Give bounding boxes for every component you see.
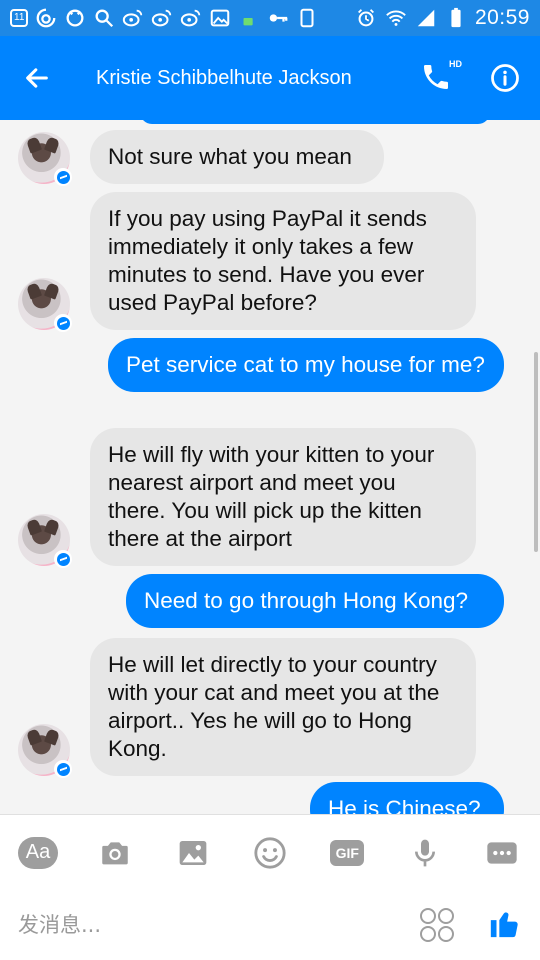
message-row-outgoing: Pet service cat to my house for me?	[108, 338, 504, 392]
weibo-icon	[151, 7, 173, 29]
gif-icon: GIF	[330, 839, 365, 866]
aa-label: Aa	[18, 836, 58, 869]
weibo-icon	[180, 7, 202, 29]
gallery-button[interactable]	[173, 833, 213, 873]
gif-button[interactable]: GIF	[327, 833, 367, 873]
contact-avatar[interactable]	[18, 132, 72, 186]
message-bubble-incoming[interactable]: If you pay using PayPal it sends immedia…	[90, 192, 476, 330]
key-icon	[267, 7, 289, 29]
phone-icon	[424, 65, 448, 89]
message-row-incoming: He will fly with your kitten to your nea…	[18, 428, 476, 568]
status-bar: 11 20:59	[0, 0, 540, 36]
message-bubble-incoming[interactable]: He will fly with your kitten to your nea…	[90, 428, 476, 566]
camera-button[interactable]	[95, 833, 135, 873]
notification-count-badge: 11	[10, 9, 29, 27]
voice-button[interactable]	[405, 833, 445, 873]
message-row-incoming: If you pay using PayPal it sends immedia…	[18, 192, 476, 332]
thumbs-up-icon	[490, 911, 518, 937]
battery-small-icon	[238, 7, 260, 29]
message-bubble-incoming[interactable]: Not sure what you mean	[90, 130, 384, 184]
alarm-icon	[355, 7, 377, 29]
contact-avatar[interactable]	[18, 724, 72, 778]
sticker-button[interactable]	[420, 908, 454, 942]
messenger-badge-icon	[54, 314, 72, 332]
message-composer	[0, 890, 540, 960]
message-bubble-incoming[interactable]: He will let directly to your country wit…	[90, 638, 476, 776]
wifi-icon	[385, 7, 407, 29]
emoji-icon	[254, 836, 286, 869]
messenger-badge-icon	[54, 760, 72, 778]
message-bubble-outgoing[interactable]: Need to go through Hong Kong?	[126, 574, 504, 628]
camera-icon	[102, 841, 129, 864]
battery-icon	[445, 7, 467, 29]
like-button[interactable]	[488, 906, 522, 945]
message-bubble-outgoing[interactable]: He is Chinese?	[310, 782, 504, 814]
hd-call-button[interactable]: HD	[420, 59, 462, 95]
more-icon	[487, 841, 517, 864]
contact-avatar[interactable]	[18, 514, 72, 568]
back-button[interactable]	[14, 55, 60, 101]
info-button[interactable]	[490, 63, 520, 93]
message-row-outgoing: He is Chinese?	[310, 782, 504, 814]
header-actions: HD	[420, 59, 520, 95]
weibo-icon	[35, 7, 57, 29]
message-row-incoming: Not sure what you mean	[18, 130, 384, 186]
phone-outline-icon	[296, 7, 318, 29]
messenger-badge-icon	[54, 168, 72, 186]
circle-icon	[64, 7, 86, 29]
messenger-badge-icon	[54, 550, 72, 568]
more-button[interactable]	[482, 833, 522, 873]
image-icon	[209, 7, 231, 29]
arrow-left-icon	[26, 68, 48, 88]
message-input[interactable]	[18, 913, 420, 937]
contact-name[interactable]: Kristie Schibbelhute Jackson	[96, 67, 420, 90]
message-list[interactable]: Not sure what you mean If you pay using …	[0, 120, 540, 814]
weibo-icon	[122, 7, 144, 29]
info-icon	[491, 64, 519, 92]
signal-icon	[415, 7, 437, 29]
conversation-header: Kristie Schibbelhute Jackson HD	[0, 36, 540, 120]
microphone-icon	[414, 839, 435, 866]
contact-avatar[interactable]	[18, 278, 72, 332]
search-icon	[93, 7, 115, 29]
scrollbar[interactable]	[534, 352, 538, 552]
status-left-icons: 11	[10, 7, 355, 29]
sticker-icon	[420, 908, 436, 924]
status-right-icons: 20:59	[355, 6, 530, 30]
previous-message-edge	[140, 120, 490, 124]
message-row-incoming: He will let directly to your country wit…	[18, 638, 476, 778]
emoji-button[interactable]	[250, 833, 290, 873]
composer-toolbar: Aa GIF	[0, 814, 540, 890]
gallery-icon	[179, 840, 206, 865]
hd-badge: HD	[449, 59, 462, 69]
message-bubble-outgoing[interactable]: Pet service cat to my house for me?	[108, 338, 504, 392]
status-time: 20:59	[474, 6, 530, 29]
text-format-button[interactable]: Aa	[18, 833, 58, 873]
message-row-outgoing: Need to go through Hong Kong?	[126, 574, 504, 628]
